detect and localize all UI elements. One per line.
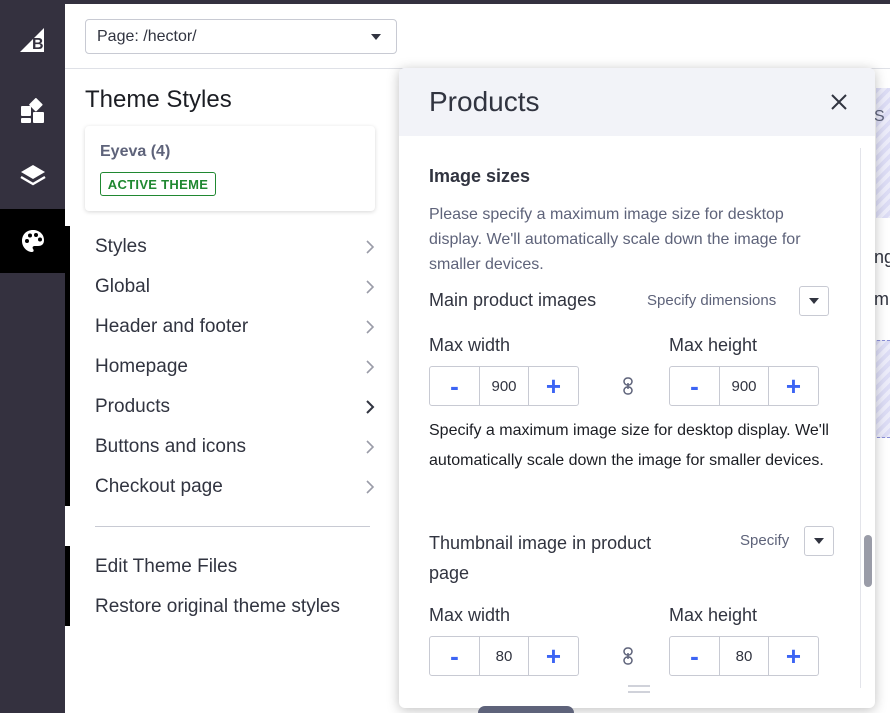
nav-item-header-footer[interactable]: Header and footer (95, 307, 377, 347)
page-select[interactable]: Page: /hector/ (85, 19, 397, 54)
increment-button[interactable]: + (769, 637, 818, 675)
scrollbar-track[interactable] (860, 148, 872, 688)
panel-title: Products (429, 86, 540, 117)
main-images-dimension-dropdown[interactable] (799, 286, 829, 316)
dashboard-icon[interactable] (0, 79, 65, 143)
image-sizes-description: Please specify a maximum image size for … (429, 206, 801, 273)
header-divider (65, 68, 398, 69)
main-height-stepper: - 900 + (669, 366, 819, 406)
page-select-value: Page: /hector/ (97, 27, 197, 45)
thumbnail-dimension-mode: Specify (740, 532, 790, 549)
edit-theme-files-link[interactable]: Edit Theme Files (95, 556, 237, 578)
decrement-button[interactable]: - (430, 637, 479, 675)
active-theme-badge: ACTIVE THEME (100, 172, 216, 196)
preview-text: S (874, 108, 885, 125)
thumb-width-stepper: - 80 + (429, 636, 579, 676)
theme-styles-title: Theme Styles (85, 86, 232, 113)
thumbnail-dimension-dropdown[interactable] (804, 526, 834, 556)
link-icon[interactable] (622, 377, 634, 395)
thumb-height-stepper: - 80 + (669, 636, 819, 676)
close-icon[interactable] (829, 92, 849, 112)
chevron-right-icon (366, 280, 375, 294)
main-max-width-label: Max width (429, 335, 511, 355)
link-icon[interactable] (622, 647, 634, 665)
chevron-right-icon (366, 400, 375, 414)
thumbnail-label: Thumbnail image in product page (429, 533, 652, 583)
thumb-max-height-label: Max height (669, 605, 758, 625)
nav-item-label: Global (95, 276, 150, 297)
panel-header: Products (399, 68, 875, 136)
active-theme-card: Eyeva (4) ACTIVE THEME (85, 126, 375, 211)
nav-item-label: Buttons and icons (95, 436, 247, 457)
preview-bottom-tab (478, 706, 574, 713)
thumb-height-input[interactable]: 80 (719, 637, 769, 675)
nav-item-products[interactable]: Products (95, 387, 377, 427)
restore-theme-styles-link[interactable]: Restore original theme styles (95, 596, 340, 618)
chevron-down-icon (371, 34, 381, 40)
preview-placeholder (876, 340, 890, 438)
nav-item-global[interactable]: Global (95, 267, 377, 307)
image-sizes-title: Image sizes (429, 166, 531, 186)
main-images-dimension-mode: Specify dimensions (647, 292, 777, 309)
nav-item-styles[interactable]: Styles (95, 227, 377, 267)
theme-name: Eyeva (4) (100, 143, 171, 160)
decrement-button[interactable]: - (670, 637, 719, 675)
nav-item-label: Header and footer (95, 316, 249, 337)
main-images-help-text: Specify a maximum image size for desktop… (429, 422, 829, 469)
chevron-down-icon (814, 538, 824, 544)
products-panel: Products Image sizes Please specify a ma… (399, 68, 875, 708)
nav-divider (95, 526, 370, 527)
main-images-label: Main product images (429, 290, 597, 310)
nav-item-checkout[interactable]: Checkout page (95, 467, 377, 507)
chevron-right-icon (366, 320, 375, 334)
chevron-right-icon (366, 480, 375, 494)
bigcommerce-logo[interactable]: B (16, 24, 48, 56)
increment-button[interactable]: + (769, 367, 818, 405)
main-height-input[interactable]: 900 (719, 367, 769, 405)
thumb-max-width-label: Max width (429, 605, 511, 625)
svg-text:B: B (32, 36, 44, 53)
app-rail: B (0, 4, 65, 713)
chevron-right-icon (366, 240, 375, 254)
scrollbar-thumb[interactable] (864, 535, 872, 587)
nav-edge-bar (65, 546, 70, 626)
main-width-stepper: - 900 + (429, 366, 579, 406)
top-strip (0, 0, 890, 4)
thumb-width-input[interactable]: 80 (479, 637, 529, 675)
chevron-right-icon (366, 440, 375, 454)
decrement-button[interactable]: - (430, 367, 479, 405)
nav-item-label: Products (95, 396, 170, 417)
chevron-right-icon (366, 360, 375, 374)
nav-item-label: Checkout page (95, 476, 223, 497)
preview-text: m (874, 289, 889, 309)
decrement-button[interactable]: - (670, 367, 719, 405)
palette-icon[interactable] (0, 209, 65, 273)
chevron-down-icon (809, 298, 819, 304)
main-max-height-label: Max height (669, 335, 758, 355)
increment-button[interactable]: + (529, 367, 578, 405)
nav-edge-bar (65, 226, 70, 506)
preview-text: ng (874, 247, 890, 267)
layers-icon[interactable] (0, 144, 65, 208)
nav-item-label: Homepage (95, 356, 188, 377)
resize-grip-icon[interactable] (628, 685, 650, 693)
main-width-input[interactable]: 900 (479, 367, 529, 405)
nav-item-buttons-icons[interactable]: Buttons and icons (95, 427, 377, 467)
nav-item-homepage[interactable]: Homepage (95, 347, 377, 387)
nav-item-label: Styles (95, 236, 147, 257)
increment-button[interactable]: + (529, 637, 578, 675)
